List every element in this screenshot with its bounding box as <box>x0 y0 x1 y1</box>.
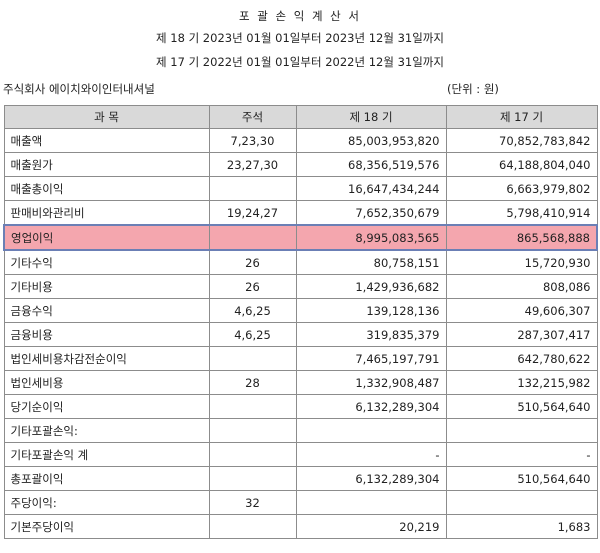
row-note: 32 <box>208 490 297 515</box>
row-current-value: 7,652,350,679 <box>295 200 447 226</box>
row-note <box>208 176 297 201</box>
column-header-prior-period: 제 17 기 <box>445 105 598 129</box>
row-item: 기본주당이익 <box>3 514 210 539</box>
row-current-value: 20,219 <box>295 514 447 539</box>
row-note <box>208 514 297 539</box>
row-note: 7,23,30 <box>208 128 297 153</box>
row-item: 기타포괄손익 계 <box>3 442 210 467</box>
row-current-value: 80,758,151 <box>295 249 447 275</box>
table-row: 기타포괄손익: <box>3 418 598 443</box>
table-row: 기본주당이익 20,219 1,683 <box>3 514 598 539</box>
row-item: 법인세비용차감전순이익 <box>3 346 210 371</box>
row-current-value: 6,132,289,304 <box>295 466 447 491</box>
row-current-value: 7,465,197,791 <box>295 346 447 371</box>
row-current-value: 68,356,519,576 <box>295 152 447 177</box>
income-statement-table: 과 목 주석 제 18 기 제 17 기 매출액 7,23,30 85,003,… <box>3 105 598 539</box>
row-item: 금융비용 <box>3 322 210 347</box>
table-row: 법인세비용차감전순이익 7,465,197,791 642,780,622 <box>3 346 598 371</box>
row-prior-value: 132,215,982 <box>445 370 598 395</box>
row-current-value: - <box>295 442 447 467</box>
row-prior-value: 510,564,640 <box>445 466 598 491</box>
prior-period-label: 제 17 기 2022년 01월 01일부터 2022년 12월 31일까지 <box>156 55 444 69</box>
row-prior-value: 510,564,640 <box>445 394 598 419</box>
row-current-value: 319,835,379 <box>295 322 447 347</box>
row-prior-value: 15,720,930 <box>445 249 598 275</box>
row-current-value: 6,132,289,304 <box>295 394 447 419</box>
row-current-value: 1,429,936,682 <box>295 274 447 299</box>
row-prior-value <box>445 490 598 515</box>
row-prior-value: 865,568,888 <box>445 224 598 251</box>
row-note: 4,6,25 <box>208 322 297 347</box>
row-note <box>208 442 297 467</box>
table-header-row: 과 목 주석 제 18 기 제 17 기 <box>3 105 598 129</box>
row-item: 총포괄이익 <box>3 466 210 491</box>
row-prior-value: 808,086 <box>445 274 598 299</box>
row-prior-value: 49,606,307 <box>445 298 598 323</box>
row-note <box>208 466 297 491</box>
table-row: 기타포괄손익 계 - - <box>3 442 598 467</box>
row-current-value: 139,128,136 <box>295 298 447 323</box>
table-row: 매출원가 23,27,30 68,356,519,576 64,188,804,… <box>3 152 598 177</box>
row-prior-value: 64,188,804,040 <box>445 152 598 177</box>
row-prior-value: 287,307,417 <box>445 322 598 347</box>
row-item: 주당이익: <box>3 490 210 515</box>
row-current-value: 85,003,953,820 <box>295 128 447 153</box>
row-current-value: 16,647,434,244 <box>295 176 447 201</box>
table-row: 기타수익 26 80,758,151 15,720,930 <box>3 249 598 275</box>
row-item: 영업이익 <box>3 224 210 251</box>
row-item: 기타수익 <box>3 249 210 275</box>
row-note <box>208 418 297 443</box>
table-row-highlighted[interactable]: 영업이익 8,995,083,565 865,568,888 <box>3 224 598 251</box>
row-note: 26 <box>208 249 297 275</box>
row-current-value: 1,332,908,487 <box>295 370 447 395</box>
table-row: 법인세비용 28 1,332,908,487 132,215,982 <box>3 370 598 395</box>
row-note <box>208 394 297 419</box>
table-row: 당기순이익 6,132,289,304 510,564,640 <box>3 394 598 419</box>
row-prior-value <box>445 418 598 443</box>
row-current-value: 8,995,083,565 <box>295 224 447 251</box>
table-row: 금융수익 4,6,25 139,128,136 49,606,307 <box>3 298 598 323</box>
row-item: 금융수익 <box>3 298 210 323</box>
row-note <box>208 346 297 371</box>
company-name: 주식회사 에이치와이인터내셔널 <box>3 82 155 96</box>
row-item: 기타비용 <box>3 274 210 299</box>
column-header-current-period: 제 18 기 <box>295 105 447 129</box>
column-header-note: 주석 <box>208 105 297 129</box>
row-current-value <box>295 418 447 443</box>
row-prior-value: 70,852,783,842 <box>445 128 598 153</box>
row-prior-value: - <box>445 442 598 467</box>
table-row: 매출총이익 16,647,434,244 6,663,979,802 <box>3 176 598 201</box>
table-row: 주당이익: 32 <box>3 490 598 515</box>
row-note: 4,6,25 <box>208 298 297 323</box>
row-prior-value: 1,683 <box>445 514 598 539</box>
table-row: 기타비용 26 1,429,936,682 808,086 <box>3 274 598 299</box>
unit-label: (단위 : 원) <box>447 82 499 96</box>
row-prior-value: 6,663,979,802 <box>445 176 598 201</box>
row-item: 매출원가 <box>3 152 210 177</box>
table-row: 판매비와관리비 19,24,27 7,652,350,679 5,798,410… <box>3 200 598 226</box>
row-note: 26 <box>208 274 297 299</box>
row-note: 19,24,27 <box>208 200 297 226</box>
row-note <box>208 224 297 251</box>
row-note: 28 <box>208 370 297 395</box>
table-row: 금융비용 4,6,25 319,835,379 287,307,417 <box>3 322 598 347</box>
column-header-item: 과 목 <box>3 105 210 129</box>
row-item: 매출액 <box>3 128 210 153</box>
table-row: 총포괄이익 6,132,289,304 510,564,640 <box>3 466 598 491</box>
row-item: 법인세비용 <box>3 370 210 395</box>
row-prior-value: 5,798,410,914 <box>445 200 598 226</box>
row-prior-value: 642,780,622 <box>445 346 598 371</box>
current-period-label: 제 18 기 2023년 01월 01일부터 2023년 12월 31일까지 <box>156 31 444 45</box>
statement-title: 포 괄 손 익 계 산 서 <box>239 9 361 23</box>
row-item: 당기순이익 <box>3 394 210 419</box>
row-item: 판매비와관리비 <box>3 200 210 226</box>
row-item: 기타포괄손익: <box>3 418 210 443</box>
row-item: 매출총이익 <box>3 176 210 201</box>
table-row: 매출액 7,23,30 85,003,953,820 70,852,783,84… <box>3 128 598 153</box>
row-current-value <box>295 490 447 515</box>
row-note: 23,27,30 <box>208 152 297 177</box>
